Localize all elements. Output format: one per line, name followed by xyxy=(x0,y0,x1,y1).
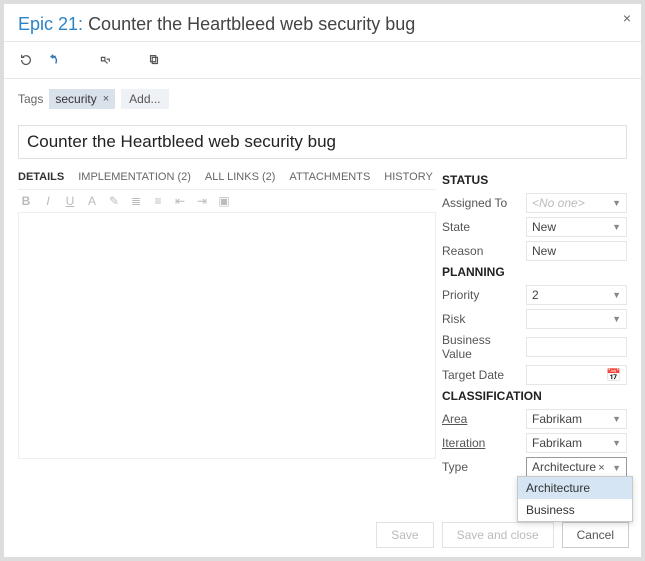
epic-id: Epic 21: xyxy=(18,14,83,34)
state-field[interactable]: New ▼ xyxy=(526,217,627,237)
format-toolbar: B I U A ✎ ≣ ≡ ⇤ ⇥ ▣ xyxy=(18,189,436,213)
business-value-label: Business Value xyxy=(442,333,522,361)
type-option-business[interactable]: Business xyxy=(518,499,632,521)
chevron-down-icon: ▼ xyxy=(612,314,621,324)
number-list-icon[interactable]: ≡ xyxy=(150,193,166,209)
chevron-down-icon: ▼ xyxy=(612,438,621,448)
tags-row: Tags security × Add... xyxy=(4,79,641,119)
state-value: New xyxy=(532,220,556,234)
tags-label: Tags xyxy=(18,92,43,106)
indent-icon[interactable]: ⇥ xyxy=(194,193,210,209)
bullet-list-icon[interactable]: ≣ xyxy=(128,193,144,209)
reason-label: Reason xyxy=(442,244,522,258)
reason-value: New xyxy=(532,244,556,258)
tab-attachments[interactable]: ATTACHMENTS xyxy=(289,169,370,185)
iteration-value: Fabrikam xyxy=(532,436,582,450)
assigned-to-field[interactable]: <No one> ▼ xyxy=(526,193,627,213)
description-editor[interactable] xyxy=(18,213,436,459)
type-option-architecture[interactable]: Architecture xyxy=(518,477,632,499)
tab-history[interactable]: HISTORY xyxy=(384,169,433,185)
underline-icon[interactable]: U xyxy=(62,193,78,209)
epic-title: Counter the Heartbleed web security bug xyxy=(88,14,415,34)
close-icon[interactable]: × xyxy=(623,10,631,26)
target-date-label: Target Date xyxy=(442,368,522,382)
area-value: Fabrikam xyxy=(532,412,582,426)
calendar-icon[interactable]: 📅 xyxy=(606,368,621,382)
assigned-to-label: Assigned To xyxy=(442,196,522,210)
priority-field[interactable]: 2 ▼ xyxy=(526,285,627,305)
chevron-down-icon: ▼ xyxy=(612,198,621,208)
cancel-button[interactable]: Cancel xyxy=(562,522,629,548)
iteration-label: Iteration xyxy=(442,436,522,450)
type-dropdown[interactable]: Architecture Business xyxy=(517,476,633,522)
refresh-icon[interactable] xyxy=(18,52,34,68)
save-button[interactable]: Save xyxy=(376,522,433,548)
risk-label: Risk xyxy=(442,312,522,326)
outdent-icon[interactable]: ⇤ xyxy=(172,193,188,209)
tab-bar: DETAILS IMPLEMENTATION (2) ALL LINKS (2)… xyxy=(18,169,436,185)
status-heading: STATUS xyxy=(442,173,627,187)
reason-field[interactable]: New xyxy=(526,241,627,261)
assigned-to-placeholder: <No one> xyxy=(532,196,585,210)
add-tag-button[interactable]: Add... xyxy=(121,89,168,109)
clear-icon[interactable]: × xyxy=(598,462,604,474)
planning-heading: PLANNING xyxy=(442,265,627,279)
clear-format-icon[interactable]: ✎ xyxy=(106,193,122,209)
italic-icon[interactable]: I xyxy=(40,193,56,209)
tab-details[interactable]: DETAILS xyxy=(18,169,64,185)
business-value-field[interactable] xyxy=(526,337,627,357)
dialog-footer: Save Save and close Cancel xyxy=(376,522,629,548)
chevron-down-icon: ▼ xyxy=(612,222,621,232)
tab-implementation[interactable]: IMPLEMENTATION (2) xyxy=(78,169,191,185)
type-field[interactable]: Architecture × ▼ xyxy=(526,457,627,477)
area-field[interactable]: Fabrikam ▼ xyxy=(526,409,627,429)
type-value: Architecture xyxy=(532,460,596,474)
chevron-down-icon: ▼ xyxy=(612,290,621,300)
chevron-down-icon: ▼ xyxy=(612,414,621,424)
tag-security[interactable]: security × xyxy=(49,89,115,109)
copy-icon[interactable] xyxy=(146,52,162,68)
classification-heading: CLASSIFICATION xyxy=(442,389,627,403)
target-date-field[interactable]: 📅 xyxy=(526,365,627,385)
title-input[interactable]: Counter the Heartbleed web security bug xyxy=(18,125,627,159)
bold-icon[interactable]: B xyxy=(18,193,34,209)
save-and-close-button[interactable]: Save and close xyxy=(442,522,554,548)
image-icon[interactable]: ▣ xyxy=(216,193,232,209)
iteration-field[interactable]: Fabrikam ▼ xyxy=(526,433,627,453)
state-label: State xyxy=(442,220,522,234)
link-icon[interactable] xyxy=(96,52,112,68)
toolbar xyxy=(4,42,641,79)
priority-label: Priority xyxy=(442,288,522,302)
font-color-icon[interactable]: A xyxy=(84,193,100,209)
chevron-down-icon: ▼ xyxy=(612,463,621,473)
area-label: Area xyxy=(442,412,522,426)
work-item-header: Epic 21: Counter the Heartbleed web secu… xyxy=(4,4,641,42)
type-label: Type xyxy=(442,460,522,474)
undo-icon[interactable] xyxy=(46,52,62,68)
priority-value: 2 xyxy=(532,288,539,302)
tab-all-links[interactable]: ALL LINKS (2) xyxy=(205,169,276,185)
tag-remove-icon[interactable]: × xyxy=(103,93,109,105)
tag-text: security xyxy=(55,92,96,106)
risk-field[interactable]: ▼ xyxy=(526,309,627,329)
